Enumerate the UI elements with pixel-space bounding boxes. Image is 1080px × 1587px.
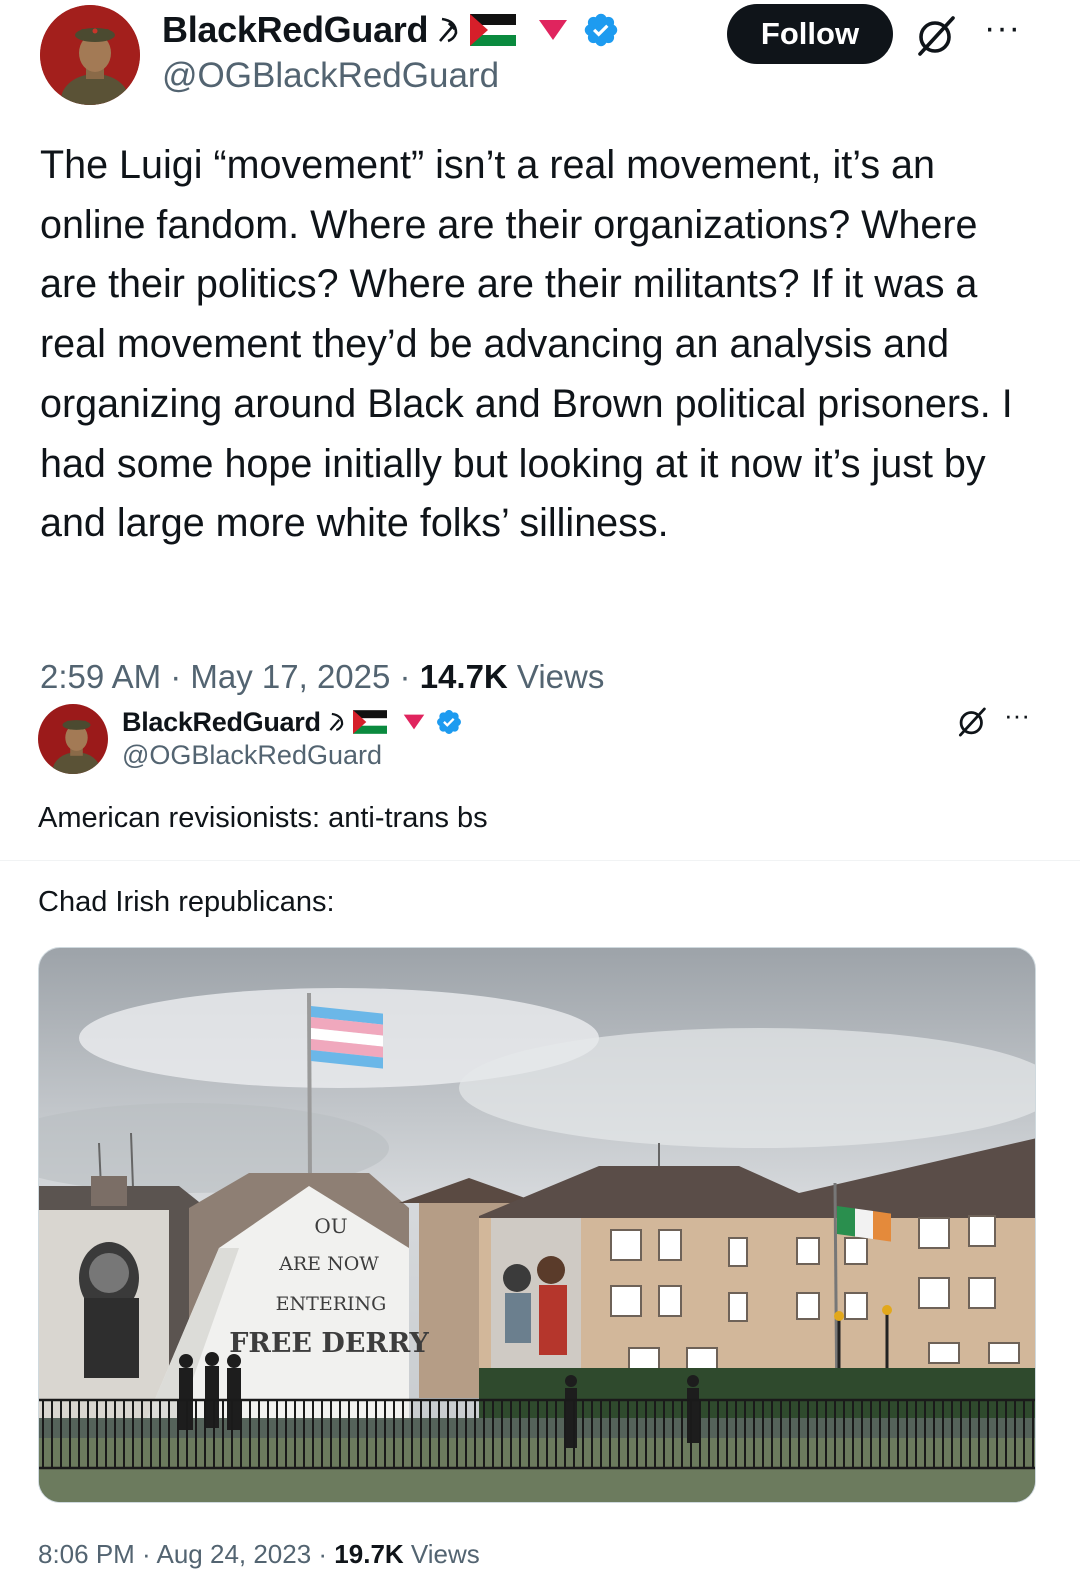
mural-line-4: FREE DERRY bbox=[229, 1328, 429, 1359]
timestamp[interactable]: 2:59 AM · May 17, 2025 · bbox=[40, 658, 420, 695]
more-options-icon[interactable]: ··· bbox=[984, 11, 1024, 48]
tweet-text: The Luigi “movement” isn’t a real moveme… bbox=[40, 143, 1013, 546]
grok-icon[interactable] bbox=[956, 706, 988, 738]
display-name[interactable]: BlackRedGuard bbox=[122, 707, 321, 738]
views-count: 19.7K bbox=[334, 1539, 404, 1569]
avatar[interactable] bbox=[38, 704, 108, 774]
verified-badge-icon bbox=[435, 708, 463, 736]
mural-line-3: ENTERING bbox=[276, 1293, 387, 1315]
hammer-sickle-icon bbox=[436, 15, 462, 45]
views-count: 14.7K bbox=[419, 658, 508, 695]
author-handle[interactable]: @OGBlackRedGuard bbox=[162, 56, 499, 96]
tweet-quoted[interactable]: BlackRedGuard @OGBlackRedGuard ··· Ameri… bbox=[0, 700, 1080, 1587]
avatar[interactable] bbox=[40, 5, 140, 105]
palestine-flag-icon bbox=[470, 14, 517, 46]
divider bbox=[0, 860, 1080, 861]
verified-badge-icon bbox=[582, 11, 620, 49]
tweet-text-line: Chad Irish republicans: bbox=[38, 886, 335, 918]
trans-flag bbox=[311, 1006, 383, 1069]
tweet-photo[interactable]: OU ARE NOW ENTERING FREE DERRY bbox=[38, 947, 1036, 1503]
hammer-sickle-icon bbox=[327, 711, 347, 733]
author-name-row[interactable]: BlackRedGuard bbox=[162, 8, 620, 52]
red-triangle-icon bbox=[403, 713, 425, 731]
display-name[interactable]: BlackRedGuard bbox=[162, 9, 429, 51]
views-label: Views bbox=[403, 1539, 480, 1569]
mural-line-1: OU bbox=[314, 1214, 347, 1238]
red-triangle-icon bbox=[538, 18, 568, 42]
mural-line-2: ARE NOW bbox=[278, 1253, 379, 1275]
author-handle[interactable]: @OGBlackRedGuard bbox=[122, 740, 382, 771]
tweet-main: BlackRedGuard @OGBlackRedGuard Follow ··… bbox=[0, 0, 1080, 700]
tweet-metadata: 2:59 AM · May 17, 2025 · 14.7K Views bbox=[40, 658, 604, 696]
mural-left bbox=[79, 1242, 139, 1378]
tweet-metadata: 8:06 PM · Aug 24, 2023 · 19.7K Views bbox=[38, 1539, 480, 1570]
grok-icon[interactable] bbox=[914, 14, 958, 58]
palestine-flag-icon bbox=[352, 710, 387, 734]
author-name-row[interactable]: BlackRedGuard bbox=[122, 704, 463, 740]
follow-button[interactable]: Follow bbox=[727, 4, 893, 64]
tweet-text-line: American revisionists: anti-trans bs bbox=[38, 802, 488, 834]
timestamp[interactable]: 8:06 PM · Aug 24, 2023 · bbox=[38, 1539, 334, 1569]
views-label: Views bbox=[507, 658, 605, 695]
more-options-icon[interactable]: ··· bbox=[1004, 702, 1036, 732]
